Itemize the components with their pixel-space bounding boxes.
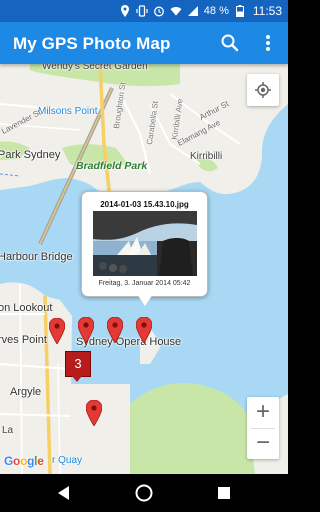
photo-marker[interactable]	[78, 317, 94, 343]
map-label-quay: r Quay	[52, 455, 83, 466]
cluster-pointer	[72, 376, 82, 382]
app-title: My GPS Photo Map	[13, 34, 171, 53]
wifi-icon	[170, 5, 182, 17]
map-label-argyle: Argyle	[10, 386, 42, 398]
map-view[interactable]: Wendy's Secret Garden Milsons Point Park…	[0, 64, 288, 474]
clock: 11:53	[252, 4, 282, 18]
app-bar: My GPS Photo Map	[0, 22, 288, 64]
more-vert-icon[interactable]	[258, 31, 278, 55]
map-label-la: La	[2, 425, 14, 436]
my-location-icon	[255, 82, 271, 98]
system-nav-bar	[0, 474, 288, 512]
photo-marker[interactable]	[86, 400, 102, 426]
map-label-lookout: on Lookout	[0, 302, 53, 314]
google-logo: Google	[4, 454, 44, 468]
battery-icon	[234, 5, 246, 17]
zoom-out-button[interactable]: −	[247, 428, 279, 459]
photo-thumbnail[interactable]	[93, 211, 197, 276]
battery-text: 48 %	[203, 5, 229, 17]
photo-filename: 2014-01-03 15.43.10.jpg	[100, 200, 189, 209]
location-icon	[119, 5, 131, 17]
status-bar: 48 % 11:53	[0, 0, 288, 22]
map-label-rves-point: rves Point	[0, 334, 47, 346]
home-icon[interactable]	[134, 483, 154, 503]
photo-marker[interactable]	[107, 317, 123, 343]
map-label-wendys: Wendy's Secret Garden	[42, 64, 148, 72]
vibrate-icon	[136, 5, 148, 17]
map-label-kirribilli: Kirribilli	[190, 151, 223, 162]
search-icon[interactable]	[218, 31, 242, 55]
recents-icon[interactable]	[214, 483, 234, 503]
map-label-bradfield: Bradfield Park	[76, 160, 148, 172]
zoom-in-button[interactable]: +	[247, 397, 279, 428]
photo-info-window[interactable]: 2014-01-03 15.43.10.jpg Freitag, 3. Janu…	[81, 191, 208, 297]
signal-icon	[187, 5, 199, 17]
alarm-icon	[153, 5, 165, 17]
popup-pointer	[137, 294, 153, 306]
photo-cluster-marker[interactable]: 3	[65, 351, 91, 377]
back-icon[interactable]	[54, 483, 74, 503]
map-label-harbour-bridge: Harbour Bridge	[0, 251, 73, 263]
map-label-milsons: Milsons Point	[38, 106, 98, 117]
photo-marker-selected[interactable]	[136, 317, 152, 343]
photo-date: Freitag, 3. Januar 2014 05:42	[98, 280, 191, 287]
map-label-park-sydney: Park Sydney	[0, 149, 61, 161]
photo-marker[interactable]	[49, 318, 65, 344]
zoom-controls: + −	[247, 397, 279, 459]
my-location-button[interactable]	[247, 74, 279, 106]
